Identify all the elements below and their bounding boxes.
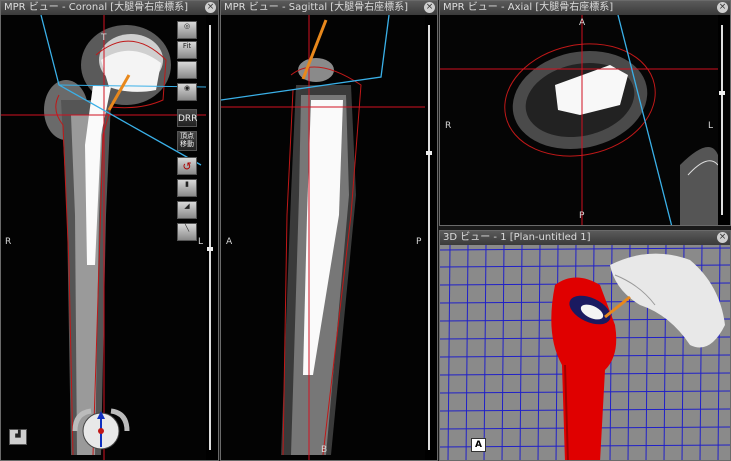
axial-label-top: A xyxy=(579,18,586,28)
axial-title: MPR ビュー - Axial [大腿骨右座標系] xyxy=(443,2,614,13)
coronal-label-left: R xyxy=(5,237,12,247)
sagittal-scrollbar[interactable] xyxy=(425,15,433,460)
globe-icon[interactable]: ◎ xyxy=(177,21,197,39)
histogram-icon[interactable]: ▟ xyxy=(9,429,27,445)
coronal-scrollbar[interactable] xyxy=(206,15,214,460)
axial-pane[interactable]: MPR ビュー - Axial [大腿骨右座標系] × A R L P xyxy=(439,0,731,226)
eye-icon[interactable]: ◉ xyxy=(177,83,197,101)
close-icon[interactable]: × xyxy=(717,2,728,13)
coronal-title: MPR ビュー - Coronal [大腿骨右座標系] xyxy=(4,2,189,13)
coronal-titlebar: MPR ビュー - Coronal [大腿骨右座標系] × xyxy=(1,1,218,15)
pen-icon[interactable]: ╲ xyxy=(177,223,197,241)
fit-button[interactable]: Fit xyxy=(177,41,197,59)
coronal-image[interactable]: T R L ◎ Fit ◉ DRR 頂点 移動 ↺ ▮ ◢ ╲ ▟ xyxy=(1,15,218,460)
drr-button[interactable]: DRR xyxy=(177,109,197,127)
axial-titlebar: MPR ビュー - Axial [大腿骨右座標系] × xyxy=(440,1,730,15)
undo-icon[interactable]: ↺ xyxy=(177,157,197,175)
close-icon[interactable]: × xyxy=(717,232,728,243)
view3d-pane[interactable]: 3D ビュー - 1 [Plan-untitled 1] × A xyxy=(439,230,731,461)
view3d-titlebar: 3D ビュー - 1 [Plan-untitled 1] × xyxy=(440,231,730,245)
axial-label-bottom: P xyxy=(579,211,585,221)
navigation-ring-icon[interactable] xyxy=(71,407,131,451)
contrast-icon[interactable]: ◢ xyxy=(177,201,197,219)
blank-button[interactable] xyxy=(177,61,197,79)
orientation-cube-icon[interactable]: A xyxy=(471,438,486,452)
coronal-pane[interactable]: MPR ビュー - Coronal [大腿骨右座標系] × T R L ◎ Fi… xyxy=(0,0,219,461)
vertex-move-button[interactable]: 頂点 移動 xyxy=(177,131,197,151)
ruler-icon[interactable]: ▮ xyxy=(177,179,197,197)
sagittal-label-left: A xyxy=(226,237,233,247)
axial-scroll-thumb[interactable] xyxy=(719,91,725,95)
sagittal-title: MPR ビュー - Sagittal [大腿骨右座標系] xyxy=(224,2,409,13)
sagittal-image[interactable]: A P B xyxy=(221,15,437,460)
axial-scrollbar[interactable] xyxy=(718,15,726,225)
coronal-label-right: L xyxy=(198,237,204,247)
view3d-title: 3D ビュー - 1 [Plan-untitled 1] xyxy=(443,232,591,243)
sagittal-label-right: P xyxy=(416,237,422,247)
coronal-scroll-thumb[interactable] xyxy=(207,247,213,251)
axial-label-right: L xyxy=(708,121,714,131)
sagittal-titlebar: MPR ビュー - Sagittal [大腿骨右座標系] × xyxy=(221,1,437,15)
axial-label-left: R xyxy=(445,121,452,131)
view3d-canvas[interactable]: A xyxy=(440,245,730,460)
sagittal-scroll-thumb[interactable] xyxy=(426,151,432,155)
sagittal-pane[interactable]: MPR ビュー - Sagittal [大腿骨右座標系] × A P B xyxy=(220,0,438,461)
axial-image[interactable]: A R L P xyxy=(440,15,730,225)
sagittal-label-bottom: B xyxy=(321,445,328,455)
coronal-label-top: T xyxy=(101,33,107,43)
close-icon[interactable]: × xyxy=(205,2,216,13)
close-icon[interactable]: × xyxy=(424,2,435,13)
